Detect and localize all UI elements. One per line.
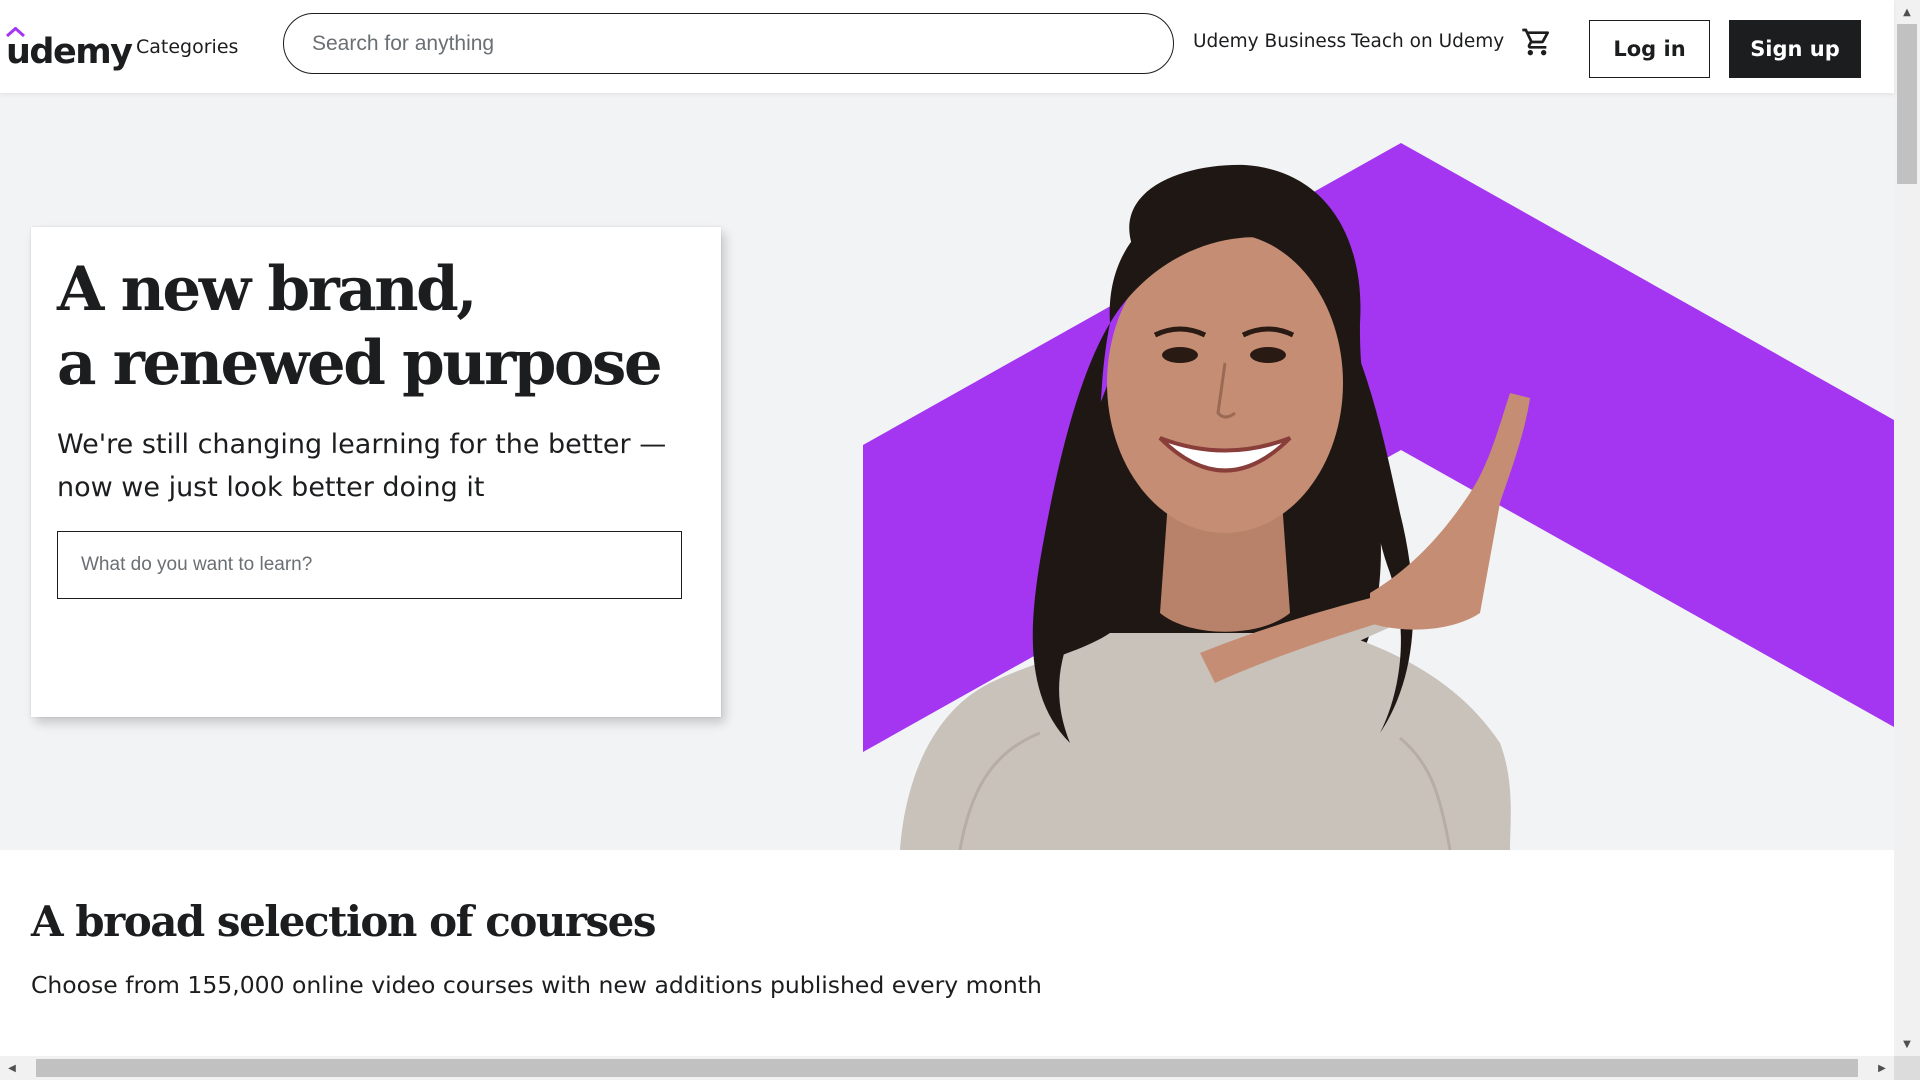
udemy-logo[interactable]: udemy <box>6 27 133 72</box>
hero-title-line-2: a renewed purpose <box>57 328 663 399</box>
courses-section-title: A broad selection of courses <box>31 897 657 946</box>
udemy-business-link[interactable]: Udemy Business <box>1193 31 1346 52</box>
horizontal-scroll-thumb[interactable] <box>36 1059 1858 1077</box>
categories-menu[interactable]: Categories <box>136 36 238 58</box>
vertical-scroll-thumb[interactable] <box>1897 24 1917 184</box>
hero-search-input[interactable] <box>81 554 681 576</box>
hero-card: A new brand, a renewed purpose We're sti… <box>31 227 721 717</box>
hero-subtitle: We're still changing learning for the be… <box>57 429 667 503</box>
scroll-right-arrow-icon[interactable]: ▶ <box>1870 1056 1894 1080</box>
scroll-left-arrow-icon[interactable]: ◀ <box>0 1056 24 1080</box>
courses-section-subtitle: Choose from 155,000 online video courses… <box>31 971 1042 999</box>
log-in-button[interactable]: Log in <box>1589 20 1710 78</box>
horizontal-scrollbar[interactable]: ◀ ▶ <box>0 1056 1894 1080</box>
hero-title: A new brand, a renewed purpose <box>57 253 695 401</box>
hero-title-line-1: A new brand, <box>57 254 478 325</box>
header-search-input[interactable] <box>312 31 1173 56</box>
hero-search-box[interactable] <box>57 531 682 599</box>
header-search-bar[interactable] <box>283 13 1174 74</box>
scroll-up-arrow-icon[interactable]: ▲ <box>1894 0 1920 24</box>
sign-up-button[interactable]: Sign up <box>1729 20 1861 78</box>
top-nav-bar: udemy Categories Udemy Business Teach on… <box>0 0 1894 93</box>
logo-text: udemy <box>6 32 133 72</box>
hero-banner: A new brand, a renewed purpose We're sti… <box>0 93 1894 850</box>
teach-on-udemy-link[interactable]: Teach on Udemy <box>1351 31 1504 52</box>
shopping-cart-icon[interactable] <box>1521 26 1553 58</box>
scrollbar-corner <box>1894 1056 1920 1080</box>
scroll-down-arrow-icon[interactable]: ▼ <box>1894 1032 1920 1056</box>
logo-hat-icon <box>6 27 25 37</box>
vertical-scrollbar[interactable]: ▲ ▼ <box>1894 0 1920 1056</box>
